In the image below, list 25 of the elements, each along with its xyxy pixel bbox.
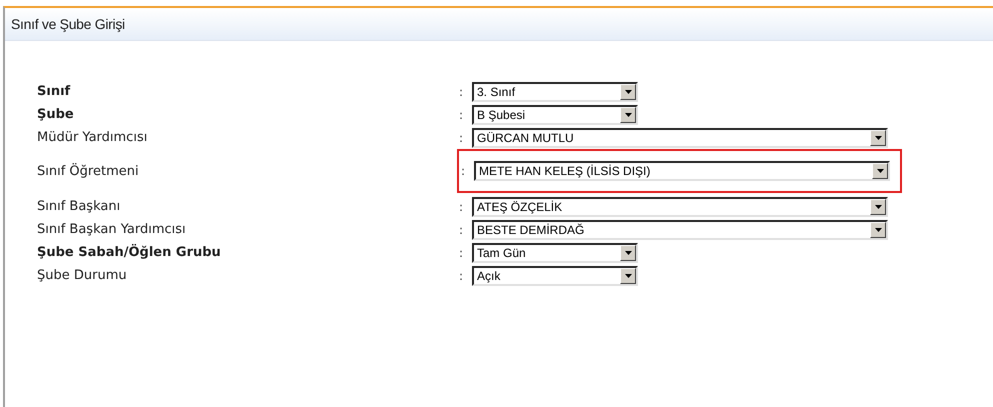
field-label: Sınıf bbox=[37, 84, 72, 99]
dropdown-field[interactable]: GÜRCAN MUTLU bbox=[472, 128, 888, 148]
dropdown-field[interactable]: B Şubesi bbox=[472, 104, 638, 124]
field-label: Sınıf Öğretmeni bbox=[37, 164, 140, 178]
field-label: Şube Durumu bbox=[37, 268, 128, 283]
colon-separator: : bbox=[459, 200, 464, 214]
colon-separator: : bbox=[459, 222, 464, 236]
colon-separator: : bbox=[459, 84, 464, 98]
colon-separator: : bbox=[459, 268, 464, 282]
colon-separator: : bbox=[459, 130, 464, 144]
dropdown-field[interactable]: BESTE DEMİRDAĞ bbox=[472, 220, 888, 240]
dropdown-field[interactable]: METE HAN KELEŞ (İLSİS DIŞI) bbox=[474, 161, 890, 181]
colon-separator: : bbox=[461, 164, 466, 178]
field-label: Sınıf Başkanı bbox=[37, 199, 122, 214]
field-label: Müdür Yardımcısı bbox=[37, 130, 148, 145]
dropdown-field[interactable]: ATEŞ ÖZÇELİK bbox=[472, 196, 888, 216]
dropdown-field[interactable]: 3. Sınıf bbox=[472, 82, 638, 102]
field-label: Şube bbox=[37, 107, 75, 122]
dropdown-field[interactable]: Açık bbox=[472, 266, 638, 286]
colon-separator: : bbox=[459, 108, 464, 122]
field-label: Şube Sabah/Öğlen Grubu bbox=[37, 245, 222, 260]
field-label: Sınıf Başkan Yardımcısı bbox=[37, 222, 187, 237]
colon-separator: : bbox=[459, 246, 464, 260]
panel-title: Sınıf ve Şube Girişi bbox=[11, 16, 125, 32]
dropdown-field[interactable]: Tam Gün bbox=[472, 242, 638, 262]
